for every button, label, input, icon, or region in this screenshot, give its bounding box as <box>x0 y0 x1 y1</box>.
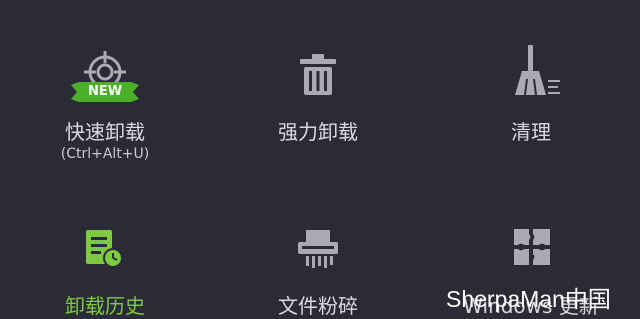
cleanup-label: 清理 <box>511 120 551 144</box>
cleanup-tile[interactable]: 清理 <box>456 40 606 170</box>
watermark: SherpaMan中国 <box>446 286 611 312</box>
trash-bin-icon <box>296 52 340 98</box>
fast-uninstall-tile[interactable]: NEW 快速卸载 (Ctrl+Alt+U) <box>30 40 180 170</box>
file-shredder-label: 文件粉碎 <box>278 294 358 318</box>
file-shredder-tile[interactable]: 文件粉碎 <box>243 220 393 318</box>
history-document-icon <box>82 226 128 270</box>
fast-uninstall-label: 快速卸载 <box>65 120 145 144</box>
new-badge: NEW <box>71 82 139 102</box>
fast-uninstall-shortcut: (Ctrl+Alt+U) <box>60 146 150 162</box>
broom-icon <box>508 43 562 99</box>
force-uninstall-label: 强力卸载 <box>278 120 358 144</box>
shredder-icon <box>296 228 340 270</box>
uninstall-history-tile[interactable]: 卸载历史 <box>30 220 180 318</box>
puzzle-icon <box>512 227 552 267</box>
force-uninstall-tile[interactable]: 强力卸载 <box>243 40 393 170</box>
uninstall-history-label: 卸载历史 <box>65 294 145 318</box>
